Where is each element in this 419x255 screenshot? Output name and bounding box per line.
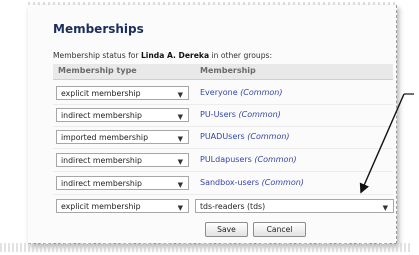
callout-arrow (359, 93, 414, 194)
